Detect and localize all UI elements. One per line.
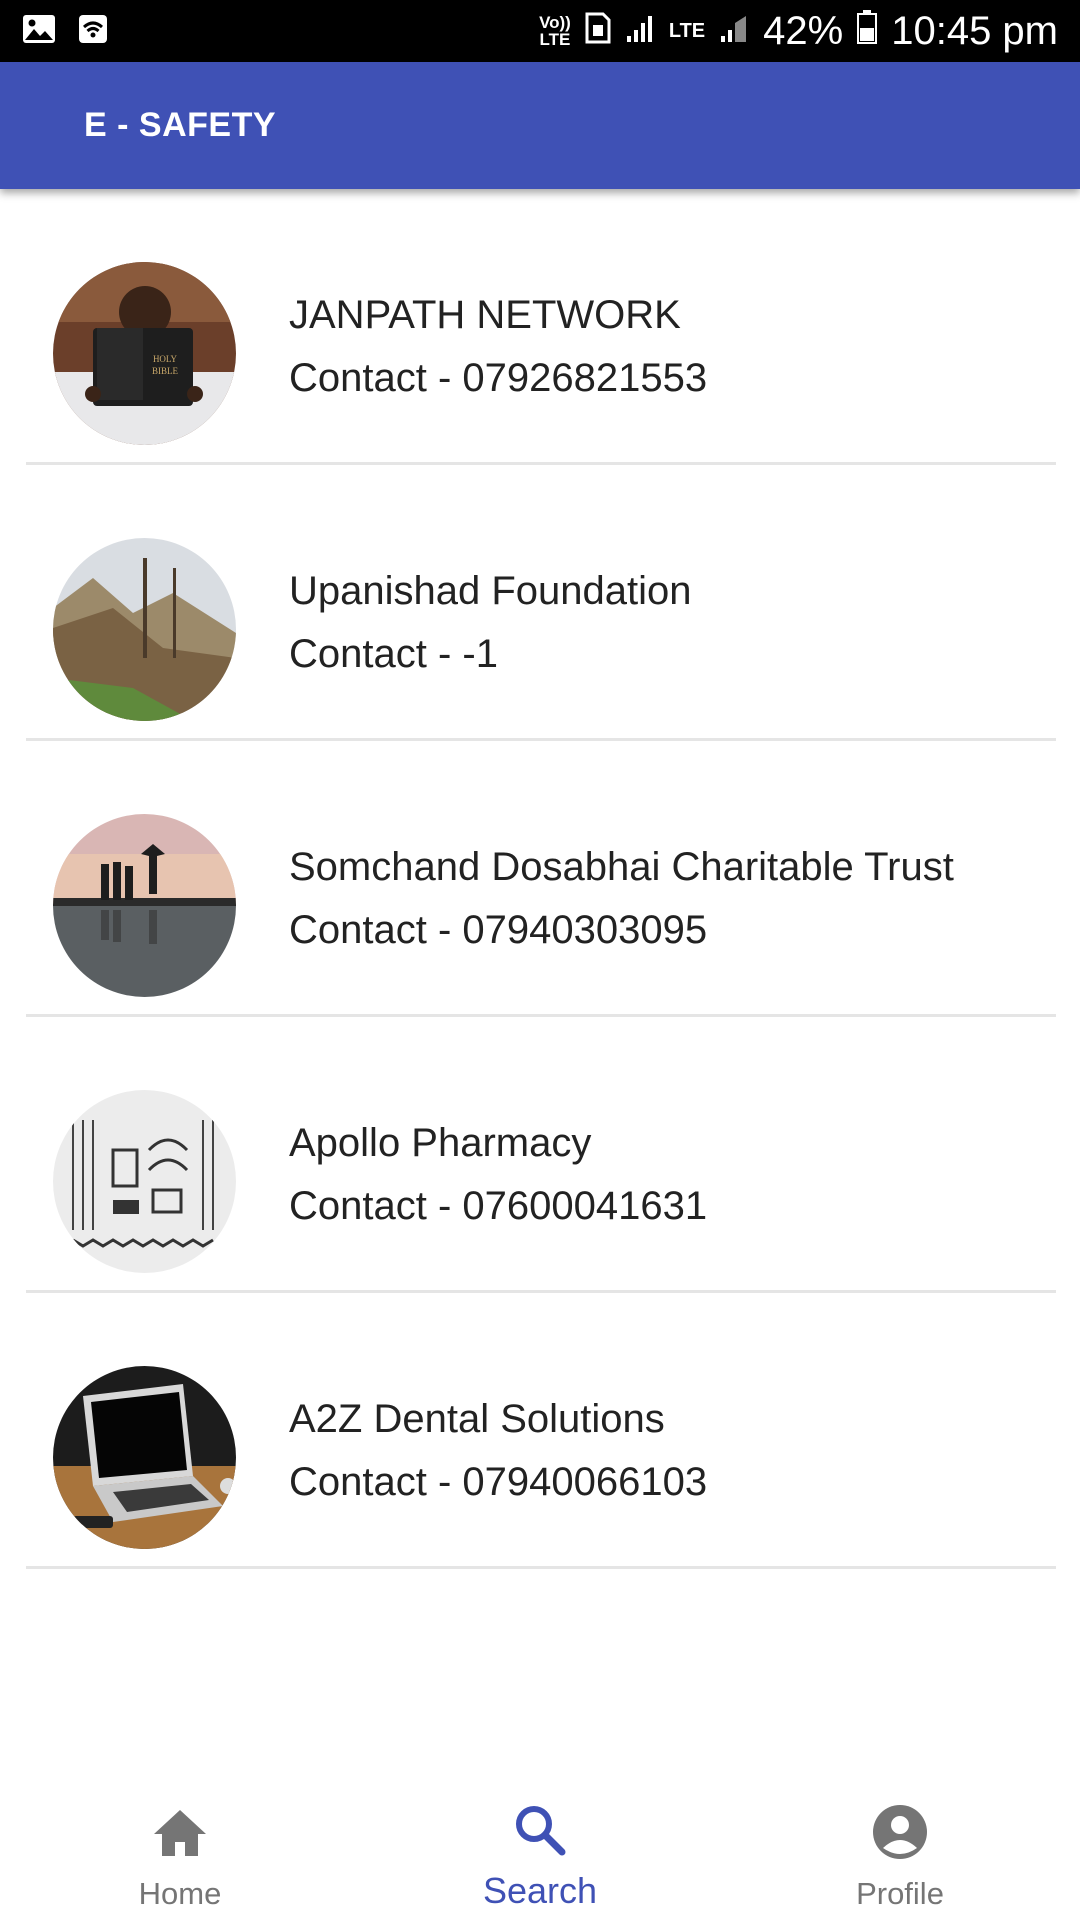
search-icon [510, 1802, 570, 1862]
organization-contact: Contact - 07600041631 [289, 1184, 708, 1228]
organization-name: Upanishad Foundation [289, 569, 692, 613]
account-circle-icon [870, 1802, 930, 1862]
divider [26, 1566, 1056, 1569]
gallery-notification-icon [22, 14, 56, 49]
avatar [53, 538, 236, 721]
signal-icon-2 [719, 9, 749, 54]
nav-search-label: Search [482, 1870, 598, 1911]
list-item[interactable]: Somchand Dosabhai Charitable Trust Conta… [0, 741, 1080, 1017]
status-bar: Vo)) LTE LTE 42% 10:45 pm [0, 0, 1080, 62]
svg-text:HOLY: HOLY [153, 354, 178, 364]
clock: 10:45 pm [891, 8, 1058, 53]
organization-name: Apollo Pharmacy [289, 1121, 592, 1165]
nav-home-label: Home [138, 1876, 222, 1911]
list-item[interactable]: A2Z Dental Solutions Contact - 079400661… [0, 1293, 1080, 1569]
avatar [53, 1366, 236, 1549]
svg-text:BIBLE: BIBLE [152, 366, 179, 376]
organization-name: A2Z Dental Solutions [289, 1397, 665, 1441]
signal-icon [625, 9, 655, 54]
nav-home[interactable]: Home [0, 1756, 360, 1920]
list-item[interactable]: Apollo Pharmacy Contact - 07600041631 [0, 1017, 1080, 1293]
organization-name: JANPATH NETWORK [289, 293, 681, 337]
nav-search[interactable]: Search [360, 1756, 720, 1920]
bottom-navigation: Home Search Profile [0, 1756, 1080, 1920]
app-bar: E - SAFETY [0, 62, 1080, 189]
organization-contact: Contact - 07940066103 [289, 1460, 708, 1504]
avatar [53, 814, 236, 997]
list-item[interactable]: HOLY BIBLE JANPATH NETWORK Contact - 079… [0, 189, 1080, 465]
volte-indicator: Vo)) LTE [539, 13, 571, 49]
avatar: HOLY BIBLE [53, 262, 236, 445]
wifi-notification-icon [78, 14, 108, 49]
sim-icon [585, 9, 611, 54]
organization-name: Somchand Dosabhai Charitable Trust [289, 845, 954, 889]
avatar [53, 1090, 236, 1273]
lte-indicator: LTE [668, 19, 706, 42]
battery-icon [857, 9, 878, 54]
nav-profile-label: Profile [856, 1876, 944, 1911]
list-item[interactable]: Upanishad Foundation Contact - -1 [0, 465, 1080, 741]
organization-contact: Contact - -1 [289, 632, 498, 676]
nav-profile[interactable]: Profile [720, 1756, 1080, 1920]
organization-contact: Contact - 07940303095 [289, 908, 708, 952]
battery-percent: 42% [763, 8, 844, 53]
home-icon [150, 1802, 210, 1862]
organization-list: HOLY BIBLE JANPATH NETWORK Contact - 079… [0, 189, 1080, 1569]
organization-contact: Contact - 07926821553 [289, 356, 708, 400]
app-title: E - SAFETY [84, 106, 277, 144]
